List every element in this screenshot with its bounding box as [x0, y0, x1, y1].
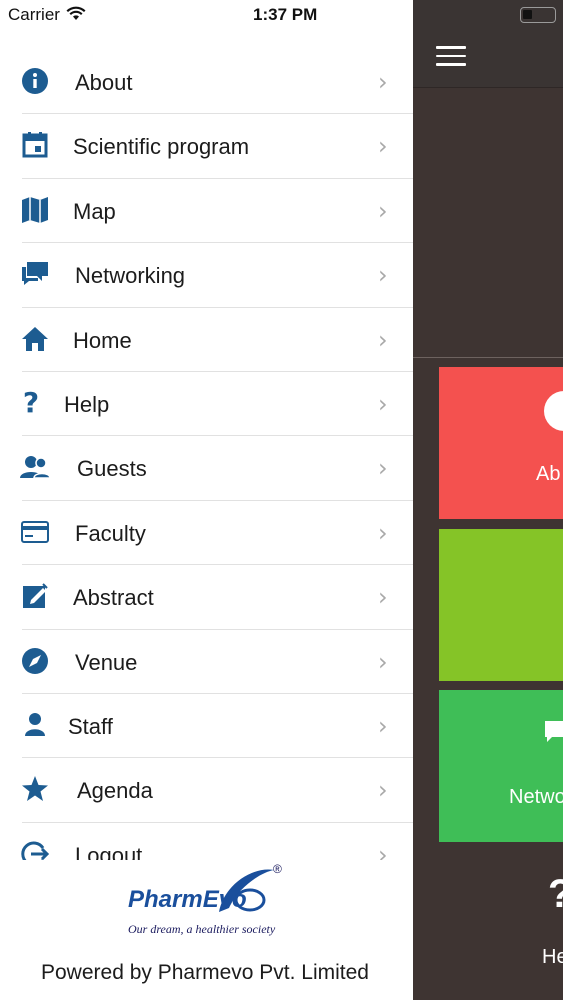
chevron-right-icon: › — [378, 196, 388, 225]
battery-icon — [520, 7, 556, 23]
chevron-right-icon: › — [378, 840, 388, 860]
chevron-right-icon: › — [378, 647, 388, 676]
registered-mark: ® — [273, 862, 282, 876]
menu-item-faculty[interactable]: Faculty › — [0, 501, 413, 566]
menu-item-label: Guests — [77, 456, 147, 482]
carrier-label: Carrier — [8, 5, 60, 24]
tile-networking[interactable]: Netwo — [439, 690, 563, 842]
chevron-right-icon: › — [378, 583, 388, 612]
logout-icon — [20, 839, 50, 860]
powered-by-text: Powered by Pharmevo Pvt. Limited — [41, 961, 369, 984]
chevron-right-icon: › — [378, 454, 388, 483]
chevron-right-icon: › — [378, 711, 388, 740]
menu-item-label: Scientific program — [73, 134, 250, 160]
menu-item-venue[interactable]: Venue › — [0, 630, 413, 694]
chevron-right-icon: › — [378, 518, 388, 547]
menu-list: About › Scientific program › Map › Netwo… — [0, 50, 413, 860]
edit-icon — [20, 581, 50, 611]
chat-icon — [545, 721, 563, 742]
people-icon — [20, 452, 50, 482]
chevron-right-icon: › — [378, 325, 388, 354]
menu-item-label: Faculty — [75, 520, 146, 546]
menu-item-label: Help — [64, 391, 110, 417]
menu-item-guests[interactable]: Guests › — [0, 436, 413, 501]
logo-tagline: Our dream, a healthier society — [128, 922, 276, 936]
menu-item-abstract[interactable]: Abstract › — [0, 565, 413, 630]
menu-item-help[interactable]: ? Help › — [0, 372, 413, 437]
menu-item-staff[interactable]: Staff › — [0, 694, 413, 759]
menu-item-label: Staff — [68, 713, 113, 739]
tile-networking-label: Netwo — [509, 786, 563, 808]
map-icon — [20, 195, 50, 225]
menu-item-logout[interactable]: Logout › — [0, 823, 413, 860]
chevron-right-icon: › — [378, 776, 388, 805]
menu-item-label: Agenda — [77, 778, 153, 804]
logo-wordmark: PharmEvo — [128, 886, 247, 913]
compass-icon — [20, 646, 50, 676]
calendar-icon — [20, 130, 50, 160]
pharmevo-logo: PharmEvo ® Our dream, a healthier societ… — [126, 862, 296, 942]
menu-item-label: Home — [73, 327, 132, 353]
chevron-right-icon: › — [378, 68, 388, 96]
menu-item-label: Logout — [75, 842, 143, 860]
chevron-right-icon: › — [378, 261, 388, 290]
chat-icon — [20, 259, 50, 289]
status-bar: Carrier 1:37 PM — [0, 0, 413, 30]
tile-scientific-program[interactable] — [439, 529, 563, 681]
menu-item-networking[interactable]: Networking › — [0, 243, 413, 308]
menu-item-label: Venue — [75, 649, 138, 675]
menu-item-map[interactable]: Map › — [0, 179, 413, 244]
question-icon: ? — [548, 872, 563, 917]
hamburger-menu-icon[interactable] — [436, 46, 466, 66]
tile-about[interactable]: Ab — [439, 367, 563, 519]
clock: 1:37 PM — [253, 5, 318, 24]
footer-area: PharmEvo ® Our dream, a healthier societ… — [0, 860, 413, 1000]
banner-area — [413, 88, 563, 358]
tile-about-label: Ab — [536, 463, 561, 485]
menu-item-label: About — [75, 70, 133, 95]
menu-item-label: Networking — [75, 263, 186, 289]
chevron-right-icon: › — [378, 389, 388, 418]
menu-item-label: Map — [73, 198, 116, 224]
side-drawer: Carrier 1:37 PM About › Scientific progr… — [0, 0, 413, 1000]
person-icon — [20, 710, 50, 740]
info-icon — [20, 66, 50, 96]
star-icon — [20, 774, 50, 804]
wifi-icon — [66, 6, 86, 20]
help-tile-label: He — [542, 946, 563, 968]
menu-item-home[interactable]: Home › — [0, 308, 413, 372]
info-icon — [544, 391, 563, 431]
question-icon: ? — [22, 386, 40, 420]
home-icon — [20, 324, 50, 354]
menu-item-agenda[interactable]: Agenda › — [0, 758, 413, 823]
chevron-right-icon: › — [378, 132, 388, 161]
menu-item-about[interactable]: About › — [0, 50, 413, 115]
card-icon — [20, 517, 50, 547]
menu-item-scientific-program[interactable]: Scientific program › — [0, 114, 413, 179]
menu-item-label: Abstract — [73, 585, 154, 611]
